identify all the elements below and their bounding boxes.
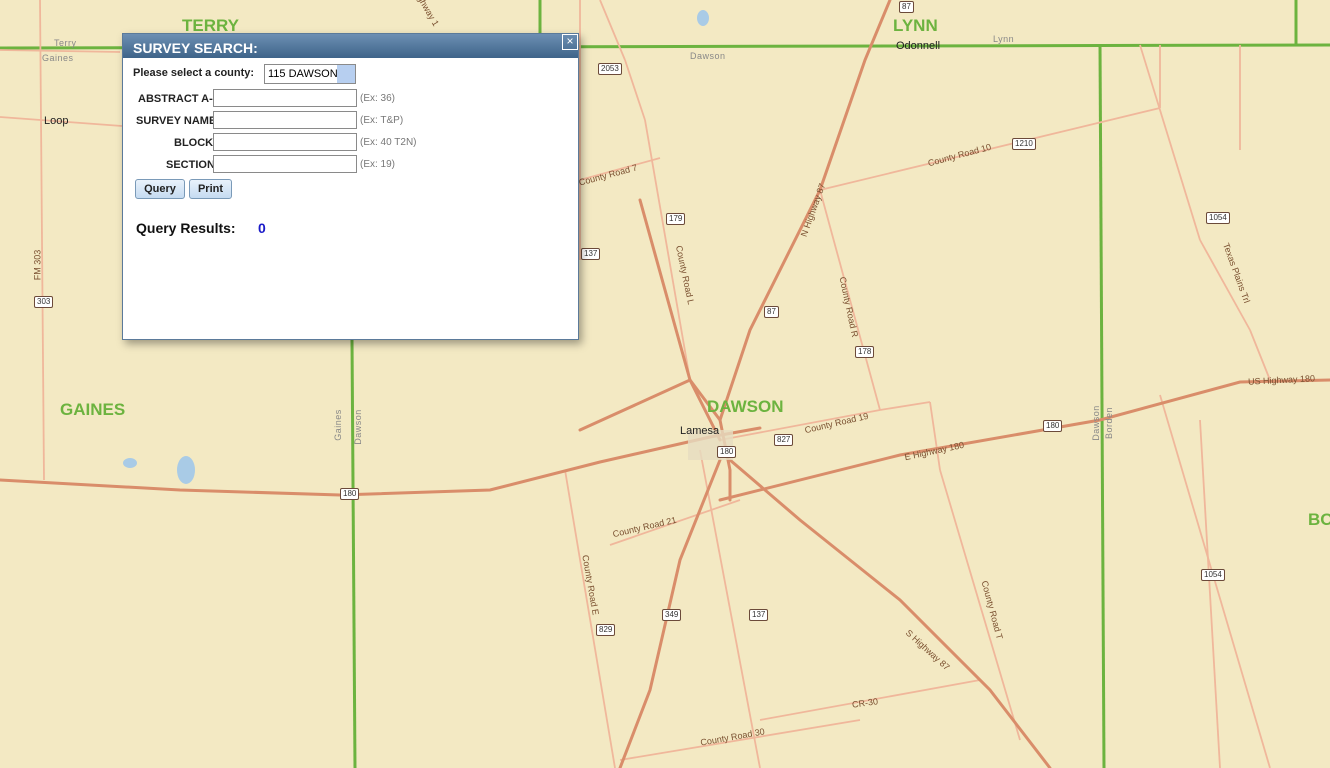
road-fm-303: FM 303 xyxy=(32,249,43,281)
close-icon: × xyxy=(566,34,574,48)
section-hint: (Ex: 19) xyxy=(360,159,396,170)
block-label: BLOCK xyxy=(174,137,214,149)
survey-name-hint: (Ex: T&P) xyxy=(360,115,404,126)
small-label-gaines-vertical: Gaines xyxy=(332,409,343,441)
county-label-lynn: LYNN xyxy=(893,16,938,35)
section-input[interactable] xyxy=(213,155,357,173)
shield-180-left: 180 xyxy=(340,488,360,500)
shield-180-lamesa: 180 xyxy=(717,446,737,458)
county-label-gaines: GAINES xyxy=(60,400,126,419)
query-results-label: Query Results: xyxy=(136,220,236,236)
county-select-value: 115 DAWSON xyxy=(268,68,338,80)
shield-87-top: 87 xyxy=(899,1,914,13)
query-button[interactable]: Query xyxy=(135,179,185,199)
small-label-dawson-right: Dawson xyxy=(1090,405,1101,441)
close-button[interactable]: × xyxy=(562,34,578,50)
small-label-borden: Borden xyxy=(1104,406,1115,440)
abstract-hint: (Ex: 36) xyxy=(360,93,396,104)
query-results-count: 0 xyxy=(258,220,266,236)
small-label-dawson-vertical: Dawson xyxy=(352,409,363,445)
small-label-lynn: Lynn xyxy=(993,34,1015,44)
city-loop: Loop xyxy=(44,115,69,127)
dialog-title[interactable]: SURVEY SEARCH: xyxy=(123,34,578,58)
survey-name-input[interactable] xyxy=(213,111,357,129)
small-label-gaines: Gaines xyxy=(42,53,74,63)
county-select-label: Please select a county: xyxy=(133,67,255,79)
shield-179: 179 xyxy=(666,213,686,225)
shield-1054-bottom: 1054 xyxy=(1201,569,1225,581)
small-label-terry: Terry xyxy=(54,38,77,48)
county-select[interactable]: 115 DAWSON xyxy=(264,64,356,84)
county-label-borden: BO xyxy=(1308,510,1330,529)
shield-178: 178 xyxy=(855,346,875,358)
shield-2053: 2053 xyxy=(598,63,622,75)
shield-303: 303 xyxy=(34,296,54,308)
shield-829: 829 xyxy=(596,624,616,636)
print-button[interactable]: Print xyxy=(189,179,232,199)
abstract-input[interactable] xyxy=(213,89,357,107)
shield-1054-top: 1054 xyxy=(1206,212,1230,224)
city-odonnell: Odonnell xyxy=(896,40,941,52)
block-input[interactable] xyxy=(213,133,357,151)
survey-search-dialog: SURVEY SEARCH: × Please select a county:… xyxy=(122,33,579,340)
county-label-dawson: DAWSON xyxy=(707,397,784,416)
city-lamesa: Lamesa xyxy=(680,425,720,437)
shield-349: 349 xyxy=(662,609,682,621)
dropdown-arrow-icon[interactable] xyxy=(337,65,355,83)
shield-87: 87 xyxy=(764,306,779,318)
shield-137-top: 137 xyxy=(581,248,601,260)
shield-137: 137 xyxy=(749,609,769,621)
survey-name-label: SURVEY NAME xyxy=(136,115,217,127)
block-hint: (Ex: 40 T2N) xyxy=(360,137,417,148)
abstract-label: ABSTRACT A- xyxy=(138,93,213,105)
shield-180-right: 180 xyxy=(1043,420,1063,432)
small-label-dawson: Dawson xyxy=(690,51,726,61)
shield-827: 827 xyxy=(774,434,794,446)
shield-1210: 1210 xyxy=(1012,138,1036,150)
section-label: SECTION xyxy=(166,159,215,171)
